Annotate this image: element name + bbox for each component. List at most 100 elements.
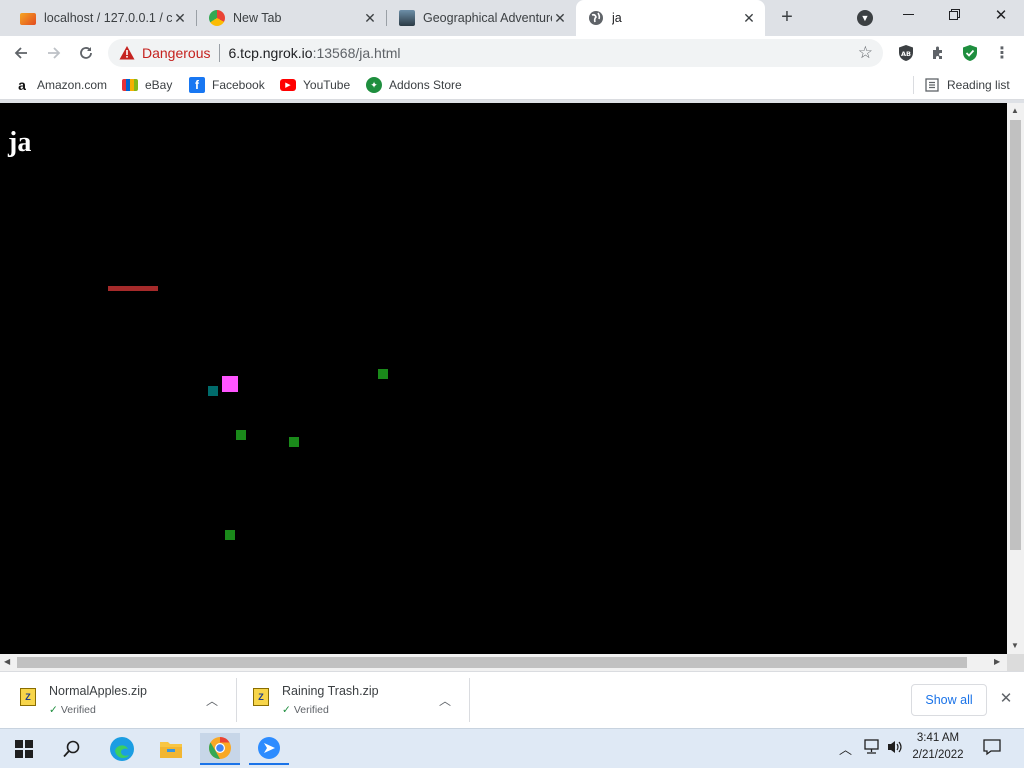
download-divider (469, 678, 470, 722)
security-label[interactable]: Dangerous (142, 45, 211, 61)
bookmark-amazon[interactable]: a Amazon.com (14, 76, 107, 94)
minimize-icon[interactable] (903, 14, 914, 15)
adblock-extension-icon[interactable]: AB (893, 40, 919, 66)
addons-store-icon: ✦ (366, 77, 382, 93)
warning-icon[interactable] (119, 45, 135, 61)
bookmark-youtube[interactable]: ▶ YouTube (280, 76, 350, 94)
bookmark-star-icon[interactable]: ☆ (858, 44, 873, 62)
horizontal-scrollbar[interactable]: ◀ ▶ (0, 654, 1007, 671)
zip-file-icon: Z (253, 688, 269, 706)
apple (289, 437, 299, 447)
checkmark-icon: ✓ (49, 704, 58, 716)
show-all-button[interactable]: Show all (911, 684, 987, 716)
chrome-icon (209, 10, 225, 26)
close-icon[interactable]: ✕ (741, 10, 757, 26)
extensions-puzzle-icon[interactable] (925, 40, 951, 66)
zip-file-icon: Z (20, 688, 36, 706)
reload-icon[interactable] (73, 40, 99, 66)
reading-list-label: Reading list (947, 78, 1010, 92)
volume-icon[interactable] (886, 739, 904, 755)
chevron-up-icon[interactable]: ︿ (204, 692, 220, 708)
bookmark-label: eBay (145, 78, 173, 92)
new-tab-icon[interactable]: + (776, 7, 798, 28)
tab-geographical-adventure[interactable]: Geographical Adventure ✕ (387, 0, 576, 36)
horizontal-scroll-thumb[interactable] (17, 657, 967, 668)
youtube-icon: ▶ (280, 79, 296, 91)
player-block (222, 376, 238, 392)
globe-icon (588, 10, 604, 26)
close-icon[interactable]: ✕ (172, 10, 188, 26)
reading-list-icon (924, 77, 940, 93)
ebay-icon (122, 79, 138, 91)
clock-time[interactable]: 3:41 AM (910, 732, 966, 744)
download-status: ✓ Verified (49, 704, 96, 716)
tab-ja[interactable]: ja ✕ (576, 0, 765, 36)
game-canvas[interactable]: ja (0, 103, 1007, 654)
chrome-taskbar-icon[interactable] (200, 733, 240, 765)
facebook-icon: f (189, 77, 205, 93)
tab-search-icon[interactable]: ▼ (857, 10, 873, 26)
amazon-icon: a (18, 77, 26, 93)
bookmark-facebook[interactable]: f Facebook (189, 76, 265, 94)
network-icon[interactable] (863, 739, 881, 755)
notification-icon[interactable] (982, 738, 1002, 756)
bookmarks-bar: a Amazon.com eBay f Facebook ▶ YouTube ✦… (0, 70, 1024, 100)
download-status: ✓ Verified (282, 704, 329, 716)
tab-new-tab[interactable]: New Tab ✕ (197, 0, 386, 36)
menu-kebab-icon[interactable]: ⋮ (989, 40, 1015, 66)
clock-date[interactable]: 2/21/2022 (906, 749, 970, 761)
scroll-left-arrow-icon[interactable]: ◀ (4, 657, 10, 666)
landscape-thumbnail-icon (399, 10, 415, 26)
close-shelf-icon[interactable]: ✕ (998, 691, 1014, 707)
restore-icon[interactable] (949, 9, 960, 20)
tab-title: Geographical Adventure (423, 11, 552, 25)
tab-strip: localhost / 127.0.0.1 / cl ✕ New Tab ✕ G… (0, 0, 1024, 36)
address-bar[interactable]: Dangerous 6.tcp.ngrok.io :13568/ja.html … (108, 39, 883, 67)
window-close-icon[interactable]: ✕ (993, 6, 1009, 24)
close-icon[interactable]: ✕ (552, 10, 568, 26)
phpmyadmin-icon (20, 13, 36, 25)
scroll-right-arrow-icon[interactable]: ▶ (994, 657, 1000, 666)
bookmark-label: Addons Store (389, 78, 462, 92)
svg-text:AB: AB (901, 50, 911, 58)
download-filename: Raining Trash.zip (282, 684, 379, 698)
checkmark-icon: ✓ (282, 704, 291, 716)
close-icon[interactable]: ✕ (362, 10, 378, 26)
shield-check-extension-icon[interactable] (957, 40, 983, 66)
omnibox-divider (218, 44, 220, 62)
tab-title: localhost / 127.0.0.1 / cl (44, 11, 172, 25)
bookmark-label: Amazon.com (37, 78, 108, 92)
bookmark-label: YouTube (303, 78, 351, 92)
download-shelf: Z NormalApples.zip ✓ Verified ︿ Z Raining… (0, 671, 1024, 728)
teal-block (208, 386, 218, 396)
reading-list-button[interactable]: Reading list (924, 76, 1010, 94)
show-all-label: Show all (925, 693, 973, 707)
download-filename: NormalApples.zip (49, 684, 147, 698)
download-item-normalapples[interactable]: Z NormalApples.zip ✓ Verified ︿ (0, 672, 236, 728)
paddle (108, 286, 158, 291)
bookmark-addons-store[interactable]: ✦ Addons Store (366, 76, 462, 94)
vertical-scroll-thumb[interactable] (1010, 120, 1021, 550)
apple (236, 430, 246, 440)
chevron-up-icon[interactable]: ︿ (839, 739, 852, 758)
edge-browser-icon[interactable] (102, 733, 142, 765)
teams-meeting-icon[interactable] (249, 733, 289, 765)
bookmark-label: Facebook (212, 78, 265, 92)
scroll-down-arrow-icon[interactable]: ▼ (1011, 641, 1019, 650)
apple (225, 530, 235, 540)
vertical-scrollbar[interactable]: ▲ ▼ (1007, 103, 1024, 654)
url-path: :13568/ja.html (312, 45, 401, 61)
chevron-up-icon[interactable]: ︿ (437, 692, 453, 708)
windows-start-icon[interactable] (4, 733, 44, 765)
scroll-up-arrow-icon[interactable]: ▲ (1011, 106, 1019, 115)
tab-localhost[interactable]: localhost / 127.0.0.1 / cl ✕ (8, 0, 196, 36)
search-icon[interactable] (52, 733, 92, 765)
page-heading: ja (8, 127, 32, 158)
back-icon[interactable] (8, 40, 34, 66)
forward-icon[interactable] (41, 40, 67, 66)
scrollbar-corner (1007, 654, 1024, 671)
tab-title: New Tab (233, 11, 282, 25)
download-item-raining-trash[interactable]: Z Raining Trash.zip ✓ Verified ︿ (233, 672, 469, 728)
file-explorer-icon[interactable] (151, 733, 191, 765)
bookmark-ebay[interactable]: eBay (122, 76, 172, 94)
